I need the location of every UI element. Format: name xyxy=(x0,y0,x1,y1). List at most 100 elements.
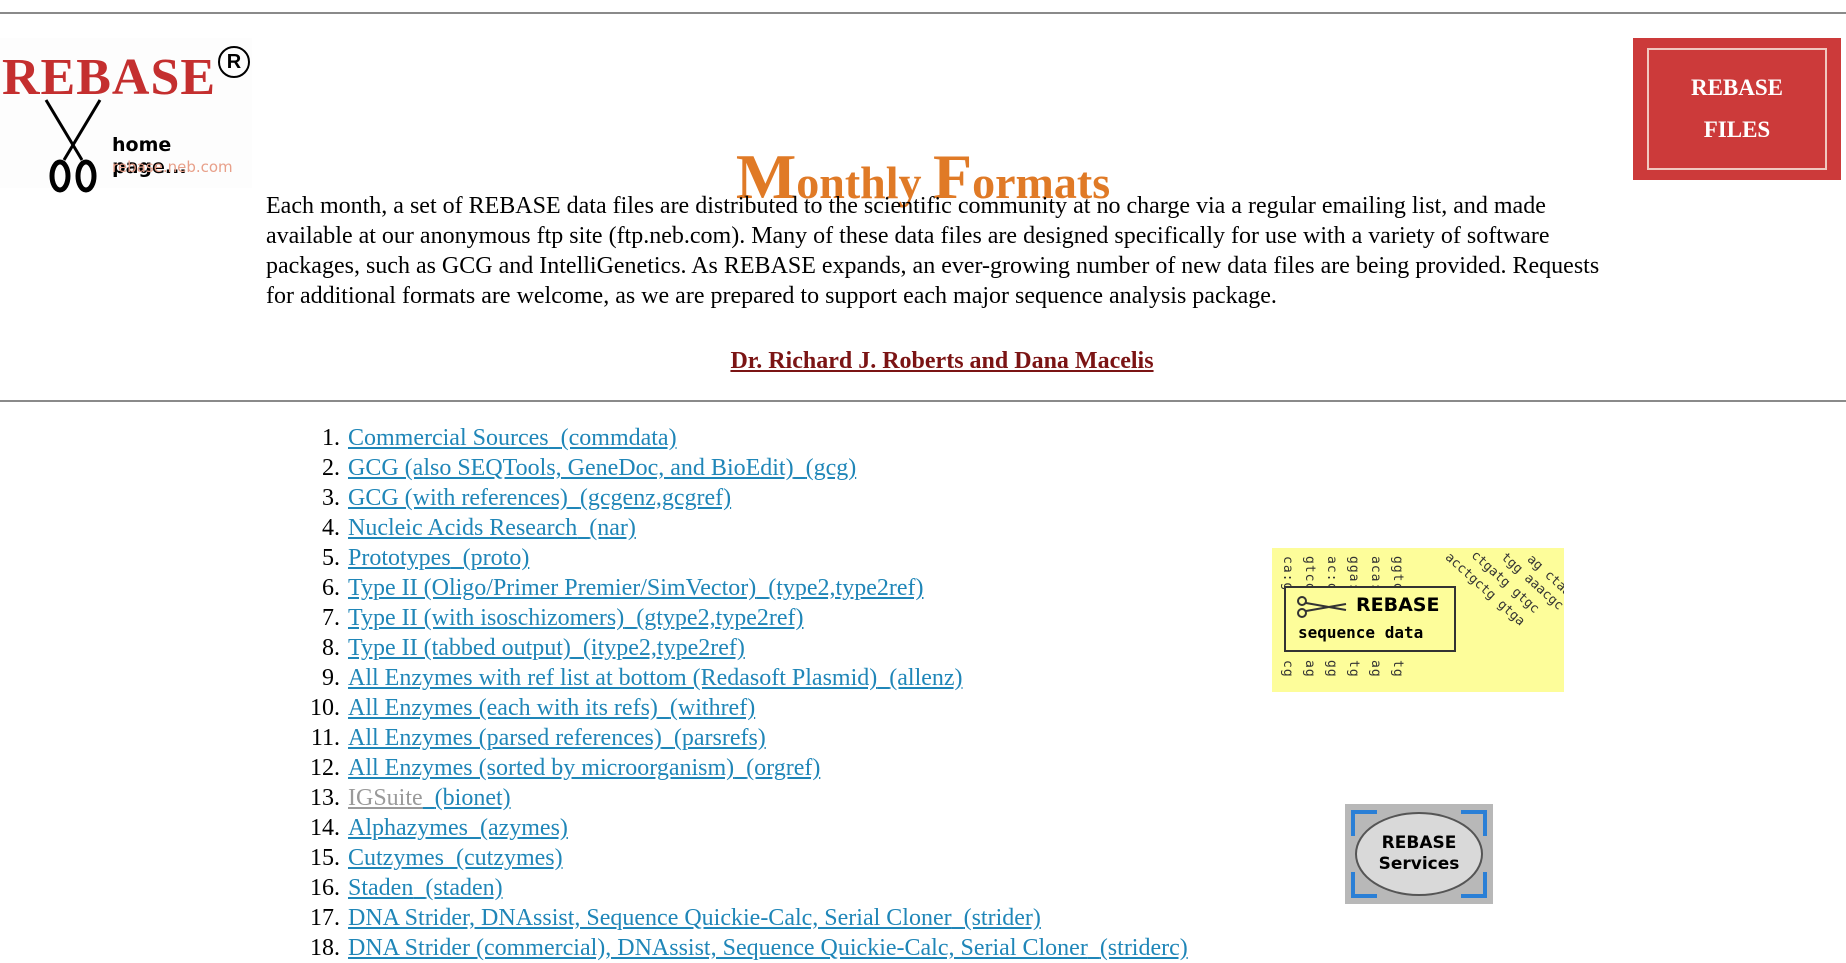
format-code-link[interactable]: (itype2,type2ref) xyxy=(583,635,745,661)
logo-brand: REBASE xyxy=(2,49,217,106)
format-spacer[interactable] xyxy=(413,875,425,901)
format-link[interactable]: Alphazymes xyxy=(348,815,468,841)
format-item: DNA Strider (commercial), DNAssist, Sequ… xyxy=(348,933,1188,963)
format-link[interactable]: Type II (with isoschizomers) xyxy=(348,605,624,631)
sequence-data-image[interactable]: ca:g gtcc ac:c gga: aca: ggtc acctgctg g… xyxy=(1272,548,1564,692)
seq-bg-text: cg xyxy=(1280,660,1295,678)
format-spacer[interactable] xyxy=(624,605,636,631)
format-spacer[interactable] xyxy=(577,515,589,541)
format-spacer[interactable] xyxy=(451,545,463,571)
format-item: Prototypes (proto) xyxy=(348,543,529,573)
format-code-link[interactable]: (orgref) xyxy=(746,755,820,781)
format-code-link[interactable]: (withref) xyxy=(670,695,755,721)
format-number: 7. xyxy=(322,605,340,631)
format-spacer[interactable] xyxy=(662,725,674,751)
format-code-link[interactable]: (cutzymes) xyxy=(456,845,563,871)
files-button-frame: REBASE FILES xyxy=(1647,48,1827,170)
intro-paragraph: Each month, a set of REBASE data files a… xyxy=(266,193,1600,309)
services-oval: REBASE Services xyxy=(1355,812,1483,896)
format-spacer[interactable] xyxy=(423,785,435,811)
format-spacer[interactable] xyxy=(571,635,583,661)
format-link[interactable]: Staden xyxy=(348,875,413,901)
services-line2: Services xyxy=(1378,854,1460,874)
sequence-data-label-box: REBASE sequence data xyxy=(1284,586,1456,652)
format-link[interactable]: Cutzymes xyxy=(348,845,444,871)
format-spacer[interactable] xyxy=(877,665,889,691)
rebase-services-image[interactable]: REBASE Services xyxy=(1345,804,1493,904)
format-item: All Enzymes with ref list at bottom (Red… xyxy=(348,663,963,693)
format-link[interactable]: GCG (also SEQTools, GeneDoc, and BioEdit… xyxy=(348,455,794,481)
format-spacer[interactable] xyxy=(794,455,806,481)
format-code-link[interactable]: (allenz) xyxy=(889,665,962,691)
format-code-link[interactable]: (proto) xyxy=(463,545,530,571)
format-code-link[interactable]: (azymes) xyxy=(480,815,568,841)
format-code-link[interactable]: (commdata) xyxy=(561,425,677,451)
format-code-link[interactable]: (striderc) xyxy=(1100,935,1188,961)
seq-image-subtitle: sequence data xyxy=(1298,623,1424,642)
format-spacer[interactable] xyxy=(952,905,964,931)
authors-line: Dr. Richard J. Roberts and Dana Macelis xyxy=(0,348,1846,375)
format-link[interactable]: Nucleic Acids Research xyxy=(348,515,577,541)
format-link[interactable]: Commercial Sources xyxy=(348,425,549,451)
files-button-line1: REBASE xyxy=(1690,75,1784,100)
scissors-icon xyxy=(1297,596,1347,618)
format-code-link[interactable]: (nar) xyxy=(589,515,636,541)
format-number: 10. xyxy=(310,695,340,721)
format-link[interactable]: DNA Strider (commercial), DNAssist, Sequ… xyxy=(348,935,1088,961)
format-item: DNA Strider, DNAssist, Sequence Quickie-… xyxy=(348,903,1041,933)
top-divider xyxy=(0,12,1846,14)
format-item: Staden (staden) xyxy=(348,873,503,903)
format-link[interactable]: Type II (Oligo/Primer Premier/SimVector) xyxy=(348,575,756,601)
format-item: Type II (with isoschizomers) (gtype2,typ… xyxy=(348,603,804,633)
format-link[interactable]: Type II (tabbed output) xyxy=(348,635,571,661)
format-number: 11. xyxy=(310,725,340,751)
format-spacer[interactable] xyxy=(468,815,480,841)
format-code-link[interactable]: (type2,type2ref) xyxy=(768,575,923,601)
seq-bg-text: tg xyxy=(1390,660,1405,678)
format-number: 8. xyxy=(322,635,340,661)
format-link[interactable]: All Enzymes with ref list at bottom (Red… xyxy=(348,665,877,691)
format-item: All Enzymes (each with its refs) (withre… xyxy=(348,693,755,723)
format-number: 17. xyxy=(310,905,340,931)
format-link[interactable]: GCG (with references) xyxy=(348,485,568,511)
format-code-link[interactable]: (gtype2,type2ref) xyxy=(636,605,803,631)
format-link[interactable]: All Enzymes (parsed references) xyxy=(348,725,662,751)
format-item: Commercial Sources (commdata) xyxy=(348,423,677,453)
format-item: Type II (Oligo/Primer Premier/SimVector)… xyxy=(348,573,924,603)
rebase-files-button[interactable]: REBASE FILES xyxy=(1633,38,1841,180)
seq-bg-text: tg xyxy=(1346,660,1361,678)
format-item: IGSuite (bionet) xyxy=(348,783,511,813)
format-code-link[interactable]: (gcg) xyxy=(806,455,857,481)
format-code-link[interactable]: (parsrefs) xyxy=(674,725,766,751)
format-code-link[interactable]: (strider) xyxy=(964,905,1041,931)
format-spacer[interactable] xyxy=(658,695,670,721)
format-link[interactable]: Prototypes xyxy=(348,545,451,571)
format-number: 14. xyxy=(310,815,340,841)
format-spacer[interactable] xyxy=(1088,935,1100,961)
format-spacer[interactable] xyxy=(568,485,580,511)
format-link[interactable]: IGSuite xyxy=(348,785,423,811)
format-item: GCG (with references) (gcgenz,gcgref) xyxy=(348,483,731,513)
format-code-link[interactable]: (gcgenz,gcgref) xyxy=(580,485,731,511)
format-spacer[interactable] xyxy=(734,755,746,781)
seq-bg-text: ag xyxy=(1368,660,1383,678)
seq-image-title: REBASE xyxy=(1356,594,1440,616)
format-number: 15. xyxy=(310,845,340,871)
seq-bg-text: gg xyxy=(1324,660,1339,678)
format-spacer[interactable] xyxy=(549,425,561,451)
format-link[interactable]: All Enzymes (sorted by microorganism) xyxy=(348,755,734,781)
format-item: All Enzymes (parsed references) (parsref… xyxy=(348,723,766,753)
format-spacer[interactable] xyxy=(444,845,456,871)
seq-bg-text: ag xyxy=(1302,660,1317,678)
format-number: 9. xyxy=(322,665,340,691)
format-item: Alphazymes (azymes) xyxy=(348,813,568,843)
format-link[interactable]: All Enzymes (each with its refs) xyxy=(348,695,658,721)
format-item: GCG (also SEQTools, GeneDoc, and BioEdit… xyxy=(348,453,856,483)
format-link[interactable]: DNA Strider, DNAssist, Sequence Quickie-… xyxy=(348,905,952,931)
format-item: Cutzymes (cutzymes) xyxy=(348,843,563,873)
section-divider xyxy=(0,400,1846,402)
format-code-link[interactable]: (staden) xyxy=(425,875,502,901)
authors-link[interactable]: Dr. Richard J. Roberts and Dana Macelis xyxy=(730,348,1153,374)
format-code-link[interactable]: (bionet) xyxy=(435,785,511,811)
format-spacer[interactable] xyxy=(756,575,768,601)
